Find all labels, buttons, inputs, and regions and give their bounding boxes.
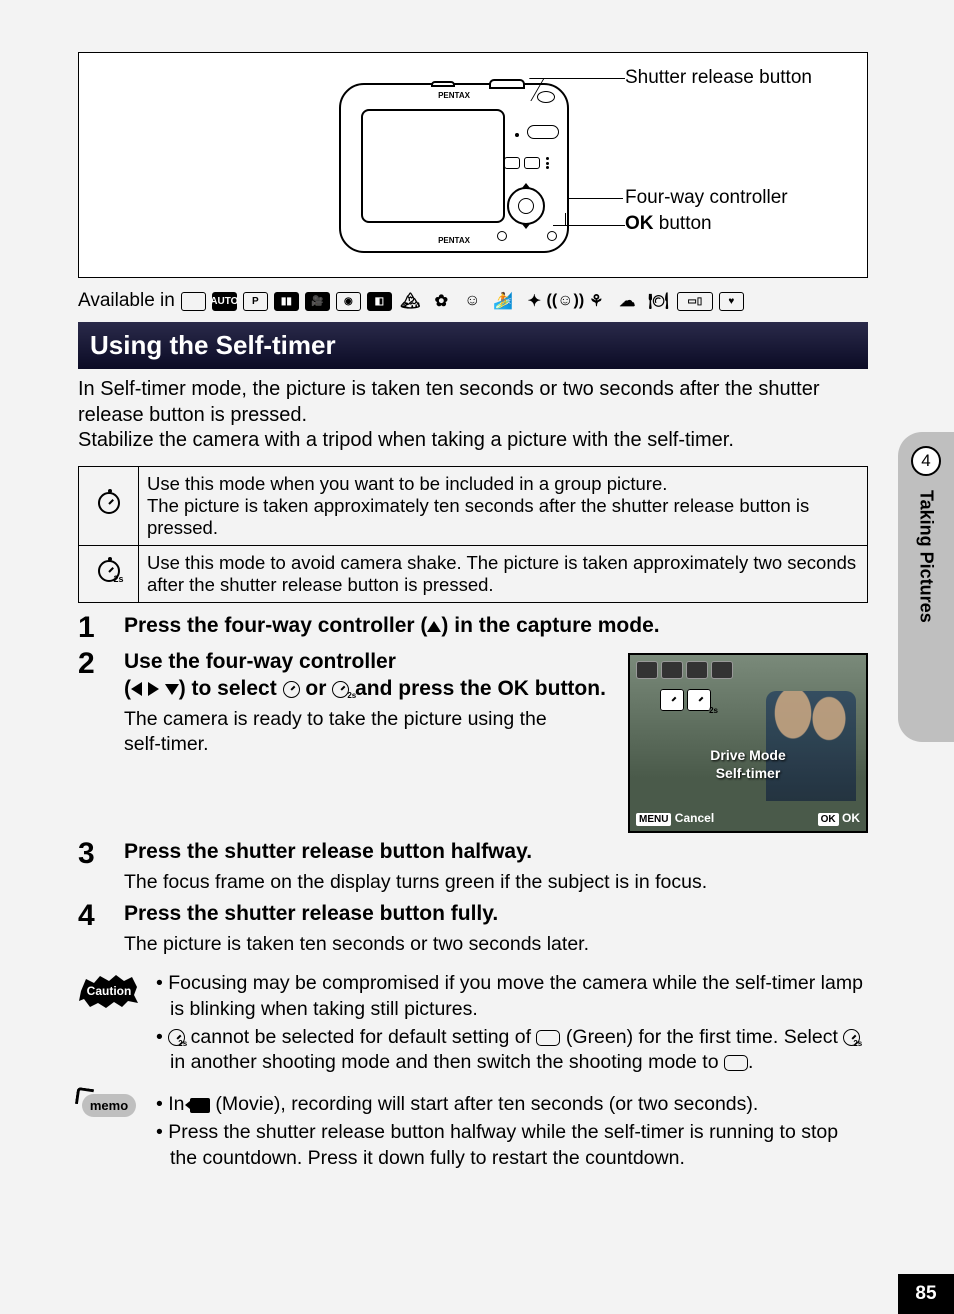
timer-2s-icon (332, 681, 349, 698)
caution-badge-icon: Caution (78, 971, 140, 1078)
green-mode-icon (724, 1055, 748, 1071)
step-2-desc: The camera is ready to take the picture … (124, 707, 554, 758)
timer-2s-icon (843, 1029, 860, 1046)
screen-self-timer: Self-timer (630, 765, 866, 781)
movie-icon (190, 1098, 210, 1113)
down-arrow-icon (165, 684, 179, 695)
mode-flower-icon: ✿ (429, 292, 454, 311)
caution-item-2: cannot be selected for default setting o… (170, 1025, 868, 1076)
steps-list: 1 Press the four-way controller () in th… (78, 613, 868, 957)
step-4-desc: The picture is taken ten seconds or two … (124, 932, 868, 957)
memo-label: memo (82, 1094, 136, 1117)
green-mode-icon (536, 1030, 560, 1046)
mode-heart-icon: ♥ (719, 292, 744, 311)
mode-landscape-icon: 🏔 (398, 292, 423, 311)
intro-text: In Self-timer mode, the picture is taken… (78, 377, 868, 454)
mode-portrait-icon: ☺ (460, 292, 485, 311)
mode-digital-sr-icon: ✦ (522, 292, 547, 311)
right-arrow-icon (148, 682, 159, 696)
mode-landscape-portrait-icon: ◧ (367, 292, 392, 311)
mode-frame-icon: ▭▯ (677, 292, 713, 311)
mode-surf-icon: 🏄 (491, 292, 516, 311)
mode-auto-pict-icon: AUTO (212, 292, 237, 311)
timer-10s-desc: Use this mode when you want to be includ… (139, 466, 868, 545)
ok-text: OK (497, 677, 529, 700)
screen-ok-ok: OK OK (818, 811, 860, 825)
mode-food-icon: 🍽 (646, 292, 671, 311)
chapter-tab: 4 Taking Pictures (898, 432, 954, 742)
up-arrow-icon (427, 621, 441, 632)
memo-block: memo In (Movie), recording will start af… (78, 1092, 868, 1173)
camera-back-diagram: PENTAX PENTAX (339, 83, 569, 253)
chapter-title: Taking Pictures (916, 490, 937, 623)
mode-green-icon (181, 292, 206, 311)
mode-movie-icon: 🎥 (305, 292, 330, 311)
screen-menu-cancel: MENU Cancel (636, 811, 714, 825)
memo-item-2: Press the shutter release button halfway… (170, 1120, 868, 1171)
caution-block: Caution Focusing may be compromised if y… (78, 971, 868, 1078)
mode-night-icon: ▮▮ (274, 292, 299, 311)
mode-pet-icon: ☁ (615, 292, 640, 311)
step-1-title: Press the four-way controller () in the … (124, 613, 868, 640)
mode-sr-icon: ((☺)) (553, 292, 578, 311)
page-content: PENTAX PENTAX Shutter release button Fou… (78, 52, 868, 1173)
screen-drive-mode: Drive Mode (630, 747, 866, 763)
callout-ok: OK button (625, 213, 712, 235)
step-4-title: Press the shutter release button fully. (124, 901, 868, 928)
brand-top: PENTAX (438, 91, 470, 100)
callout-shutter: Shutter release button (625, 67, 812, 89)
step-3-title: Press the shutter release button halfway… (124, 839, 604, 866)
step-3-desc: The focus frame on the display turns gre… (124, 870, 868, 895)
available-label: Available in (78, 290, 175, 312)
timer-10s-icon (79, 466, 139, 545)
available-in-row: Available in AUTO P ▮▮ 🎥 ◉ ◧ 🏔 ✿ ☺ 🏄 ✦ (… (78, 290, 868, 312)
timer-2s-icon (168, 1029, 185, 1046)
mode-kids-icon: ⚘ (584, 292, 609, 311)
timer-icon (283, 681, 300, 698)
left-arrow-icon (131, 682, 142, 696)
timer-2s-icon: 2s (79, 545, 139, 602)
callout-fourway: Four-way controller (625, 187, 788, 209)
section-heading: Using the Self-timer (78, 322, 868, 369)
chapter-number: 4 (911, 446, 941, 476)
lcd-screenshot: Drive Mode Self-timer MENU Cancel OK OK (628, 653, 868, 833)
memo-badge-icon: memo (78, 1092, 140, 1173)
timer-modes-table: Use this mode when you want to be includ… (78, 466, 868, 603)
svg-text:Caution: Caution (87, 984, 132, 998)
step-1-number: 1 (78, 613, 106, 643)
caution-item-1: Focusing may be compromised if you move … (170, 971, 868, 1022)
memo-item-1: In (Movie), recording will start after t… (170, 1092, 868, 1118)
timer-2s-desc: Use this mode to avoid camera shake. The… (139, 545, 868, 602)
mode-voice-icon: ◉ (336, 292, 361, 311)
step-4-number: 4 (78, 901, 106, 957)
mode-program-icon: P (243, 292, 268, 311)
brand-bottom: PENTAX (438, 236, 470, 245)
page-number: 85 (898, 1274, 954, 1314)
camera-illustration: PENTAX PENTAX Shutter release button Fou… (78, 52, 868, 278)
step-3-number: 3 (78, 839, 106, 895)
step-2-number: 2 (78, 649, 106, 833)
